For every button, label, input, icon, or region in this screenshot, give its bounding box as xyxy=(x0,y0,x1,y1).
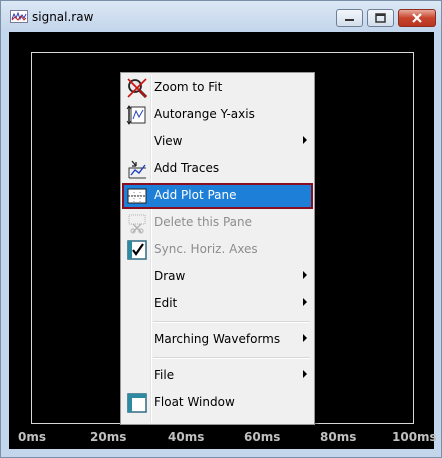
menu-item-label: File xyxy=(154,368,175,382)
minimize-button[interactable] xyxy=(336,9,363,27)
delete-pane-icon xyxy=(128,214,146,234)
add-plot-pane-icon xyxy=(127,188,147,204)
submenu-arrow-icon xyxy=(303,298,307,306)
menu-item-float-window[interactable]: Float Window xyxy=(123,391,312,415)
menu-item-delete-this-pane: Delete this Pane xyxy=(123,211,312,235)
menu-item-label: Delete this Pane xyxy=(154,215,252,229)
menu-item-draw[interactable]: Draw xyxy=(123,265,312,289)
menu-item-add-plot-pane[interactable]: Add Plot Pane xyxy=(122,183,313,209)
checkmark-icon xyxy=(127,240,147,260)
submenu-arrow-icon xyxy=(303,136,307,144)
menu-item-edit[interactable]: Edit xyxy=(123,292,312,316)
float-window-icon xyxy=(127,393,147,413)
x-tick-label: 20ms xyxy=(90,430,127,444)
zoom-to-fit-icon xyxy=(127,78,148,99)
menu-item-autorange-y-axis[interactable]: Autorange Y-axis xyxy=(123,103,312,127)
x-tick-label: 100ms xyxy=(392,430,437,444)
submenu-arrow-icon xyxy=(303,370,307,378)
menu-separator xyxy=(153,321,310,323)
menu-item-label: Add Plot Pane xyxy=(154,188,237,202)
window-title: signal.raw xyxy=(32,10,94,24)
x-tick-label: 0ms xyxy=(18,430,46,444)
menu-item-view[interactable]: View xyxy=(123,130,312,154)
menu-item-label: View xyxy=(154,134,183,148)
menu-item-marching-waveforms[interactable]: Marching Waveforms xyxy=(123,328,312,352)
plot-window: signal.raw 0ms 20ms 40ms 60ms 80ms 100ms… xyxy=(0,0,442,458)
add-traces-icon xyxy=(128,160,146,179)
menu-item-label: Autorange Y-axis xyxy=(154,107,255,121)
minimize-icon xyxy=(345,19,354,21)
close-icon xyxy=(412,13,422,23)
menu-item-label: Marching Waveforms xyxy=(154,332,281,346)
menu-item-label: Float Window xyxy=(154,395,235,409)
menu-item-label: Sync. Horiz. Axes xyxy=(154,242,258,256)
maximize-button[interactable] xyxy=(367,9,394,27)
submenu-arrow-icon xyxy=(303,334,307,342)
autorange-y-axis-icon xyxy=(126,105,146,125)
menu-item-add-traces[interactable]: Add Traces xyxy=(123,157,312,181)
menu-item-label: Edit xyxy=(154,296,178,310)
menu-item-file[interactable]: File xyxy=(123,364,312,388)
title-bar[interactable]: signal.raw xyxy=(1,1,441,31)
menu-item-sync-horiz-axes: Sync. Horiz. Axes xyxy=(123,238,312,262)
waveform-icon xyxy=(10,10,28,23)
x-tick-label: 80ms xyxy=(320,430,357,444)
maximize-icon xyxy=(375,13,386,23)
close-button[interactable] xyxy=(398,9,436,27)
menu-item-zoom-to-fit[interactable]: Zoom to Fit xyxy=(123,76,312,100)
submenu-arrow-icon xyxy=(303,271,307,279)
menu-item-label: Add Traces xyxy=(154,161,220,175)
x-tick-label: 60ms xyxy=(244,430,281,444)
context-menu: Zoom to Fit Autorange Y-axis View Add Tr… xyxy=(120,72,315,425)
menu-item-label: Draw xyxy=(154,269,186,283)
menu-item-label: Zoom to Fit xyxy=(154,80,223,94)
menu-separator xyxy=(153,357,310,359)
x-tick-label: 40ms xyxy=(168,430,205,444)
